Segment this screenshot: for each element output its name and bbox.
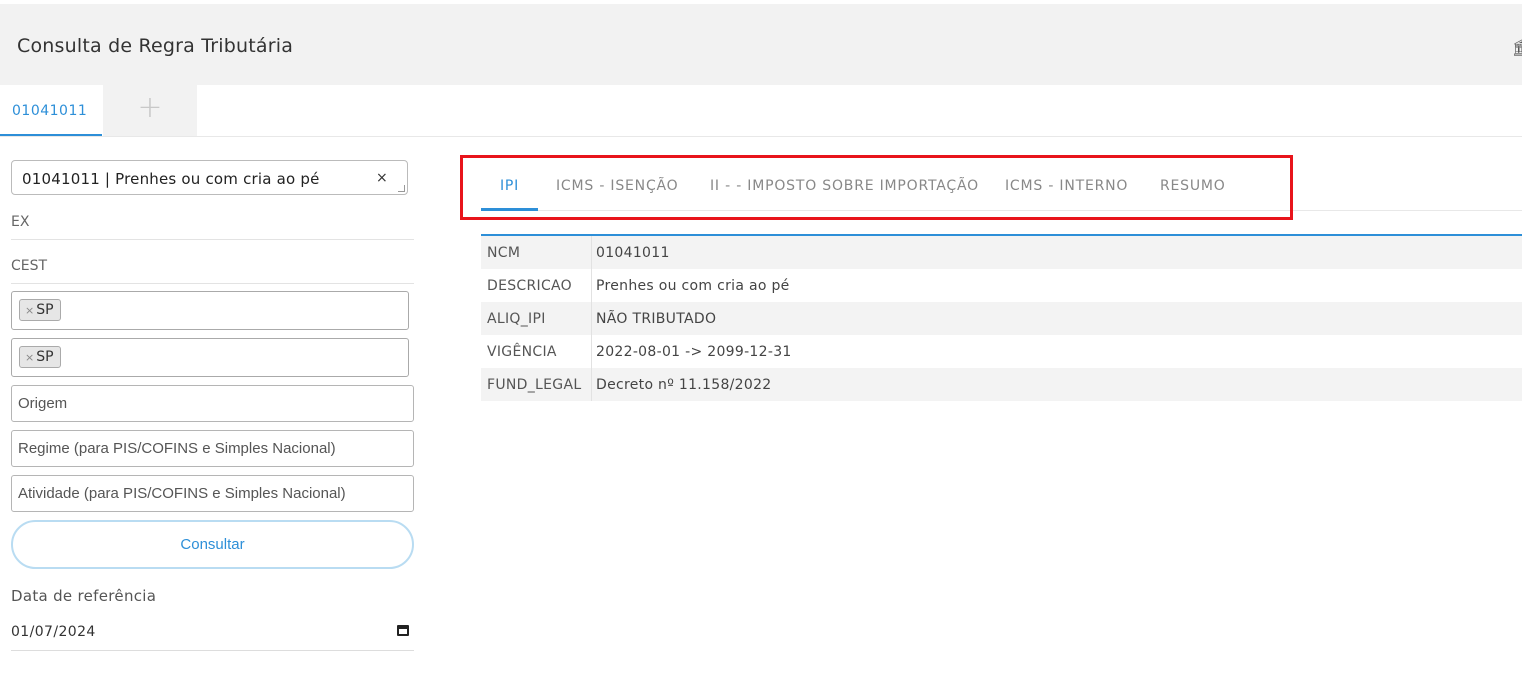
- regime-input[interactable]: [11, 430, 414, 467]
- column-divider: [591, 302, 592, 335]
- ref-date-input[interactable]: 01/07/2024: [11, 615, 414, 651]
- consultar-button[interactable]: Consultar: [11, 520, 414, 569]
- calendar-icon[interactable]: [397, 625, 409, 636]
- ex-field[interactable]: EX: [11, 196, 414, 240]
- table-row: NCM 01041011: [481, 236, 1522, 269]
- row-value: NÃO TRIBUTADO: [596, 311, 717, 327]
- origem-input[interactable]: [11, 385, 414, 422]
- table-row: FUND_LEGAL Decreto nº 11.158/2022: [481, 368, 1522, 401]
- uf-destino-select[interactable]: × SP: [11, 338, 409, 377]
- tab-01041011[interactable]: 01041011: [0, 85, 102, 136]
- row-key: VIGÊNCIA: [487, 344, 557, 360]
- cest-field[interactable]: CEST: [11, 240, 414, 284]
- column-divider: [591, 269, 592, 302]
- uf-origem-select[interactable]: × SP: [11, 291, 409, 330]
- remove-tag-icon[interactable]: ×: [25, 304, 34, 317]
- column-divider: [591, 335, 592, 368]
- uf-tag-label: SP: [36, 349, 54, 365]
- ex-label: EX: [11, 214, 30, 230]
- table-row: ALIQ_IPI NÃO TRIBUTADO: [481, 302, 1522, 335]
- page-header: Consulta de Regra Tributária 🏛: [0, 4, 1522, 85]
- table-row: DESCRICAO Prenhes ou com cria ao pé: [481, 269, 1522, 302]
- tabs-highlight-box: [460, 155, 1293, 220]
- row-key: NCM: [487, 245, 521, 261]
- table-row: VIGÊNCIA 2022-08-01 -> 2099-12-31: [481, 335, 1522, 368]
- add-tab-button[interactable]: +: [103, 85, 197, 136]
- tab-label: 01041011: [12, 103, 88, 119]
- ref-date-value: 01/07/2024: [11, 624, 96, 640]
- resize-grip-icon: [398, 185, 405, 192]
- result-table: NCM 01041011 DESCRICAO Prenhes ou com cr…: [481, 234, 1522, 401]
- cest-label: CEST: [11, 258, 48, 274]
- uf-tag-label: SP: [36, 302, 54, 318]
- ncm-select[interactable]: 01041011 | Prenhes ou com cria ao pé ×: [11, 160, 408, 195]
- column-divider: [591, 236, 592, 269]
- page-title: Consulta de Regra Tributária: [17, 35, 294, 57]
- ref-date-label: Data de referência: [11, 587, 157, 605]
- building-icon[interactable]: 🏛: [1512, 38, 1522, 58]
- row-value: 2022-08-01 -> 2099-12-31: [596, 344, 792, 360]
- column-divider: [591, 368, 592, 401]
- uf-tag: × SP: [19, 299, 61, 321]
- row-key: FUND_LEGAL: [487, 377, 582, 393]
- row-value: Decreto nº 11.158/2022: [596, 377, 772, 393]
- uf-tag: × SP: [19, 346, 61, 368]
- clear-icon[interactable]: ×: [376, 170, 388, 186]
- row-value: 01041011: [596, 245, 670, 261]
- atividade-input[interactable]: [11, 475, 414, 512]
- ncm-selected-value: 01041011 | Prenhes ou com cria ao pé: [22, 170, 320, 188]
- row-value: Prenhes ou com cria ao pé: [596, 278, 790, 294]
- row-key: ALIQ_IPI: [487, 311, 546, 327]
- query-tabs: 01041011 +: [0, 85, 1522, 137]
- remove-tag-icon[interactable]: ×: [25, 351, 34, 364]
- row-key: DESCRICAO: [487, 278, 572, 294]
